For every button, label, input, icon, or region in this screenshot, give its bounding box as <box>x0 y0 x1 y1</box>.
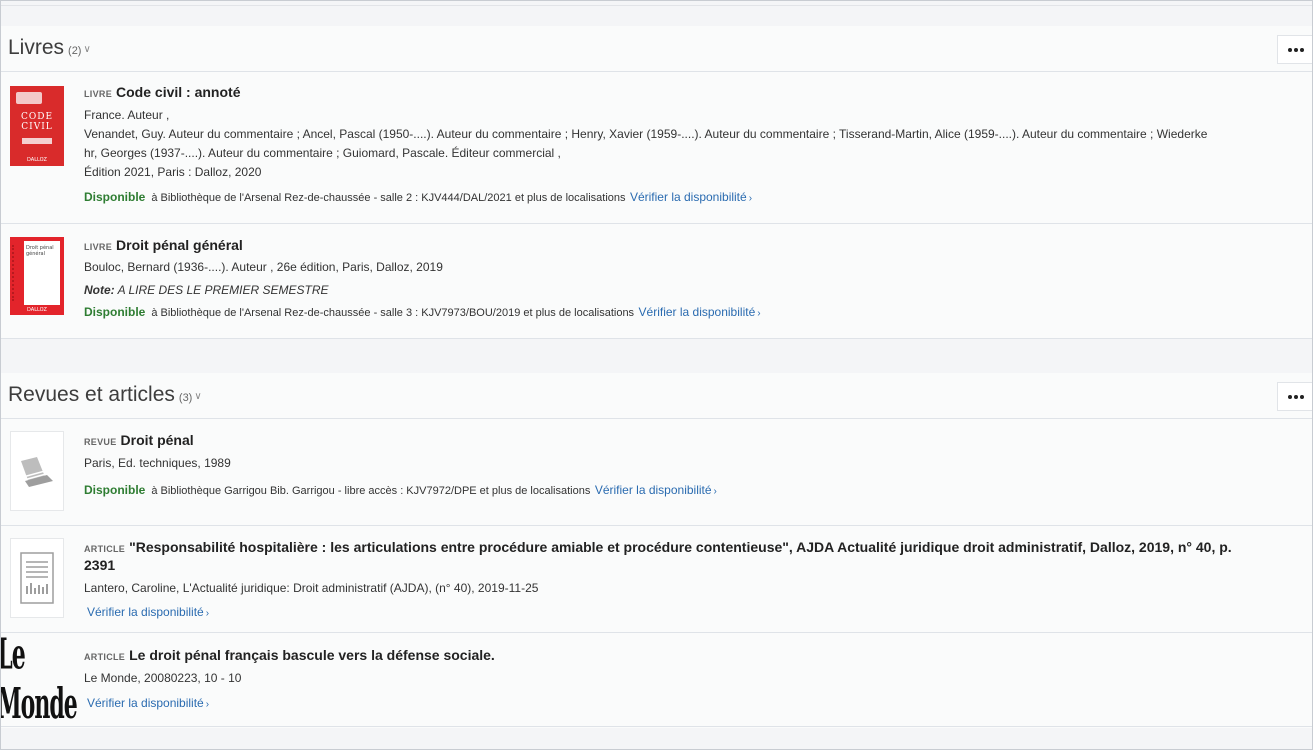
cover-publisher: DALLOZ <box>27 307 47 313</box>
item-type: LIVRE <box>84 89 113 99</box>
section-title-label: Livres <box>8 36 65 59</box>
section-title-label: Revues et articles <box>8 383 175 406</box>
section-livres: Livres (2) ∨ CODE CIVIL DALLOZ LIVRE Code c… <box>0 26 1313 339</box>
more-options-icon <box>1287 394 1292 399</box>
item-contributors: Venandet, Guy. Auteur du commentaire ; A… <box>84 127 1208 141</box>
item-publication: Le Monde, 20080223, 10 - 10 <box>84 671 242 685</box>
item-title[interactable]: Le droit pénal français bascule vers la … <box>129 647 495 663</box>
section-count: (3) <box>178 392 193 404</box>
item-location: à Bibliothèque de l'Arsenal Rez-de-chaus… <box>151 307 635 319</box>
cover-title: Droit pénal général <box>26 245 54 257</box>
book-cover[interactable]: Droit pénal général DALLOZ <box>10 237 64 315</box>
list-item[interactable]: CODE CIVIL DALLOZ LIVRE Code civil : anno… <box>0 72 1313 224</box>
section-header: Revues et articles (3) ∨ <box>0 373 1313 419</box>
item-contributors-cont: hr, Georges (1937-....). Auteur du comme… <box>84 146 561 160</box>
item-author: Bouloc, Bernard (1936-....). Auteur , 26… <box>84 260 443 274</box>
chevron-down-icon[interactable]: ∨ <box>194 391 201 402</box>
section-title[interactable]: Livres (2) ∨ <box>8 36 91 60</box>
item-note: Note: A LIRE DES LE PREMIER SEMESTRE <box>84 283 329 297</box>
item-type: REVUE <box>84 437 117 447</box>
check-availability-link[interactable]: Vérifier la disponibilité › <box>87 696 209 710</box>
section-header: Livres (2) ∨ <box>0 26 1313 72</box>
chevron-right-icon: › <box>713 486 717 497</box>
article-icon <box>20 552 54 604</box>
chevron-right-icon: › <box>757 308 761 319</box>
item-title[interactable]: Code civil : annoté <box>116 84 240 100</box>
item-content: REVUE Droit pénal Paris, Ed. techniques, … <box>84 432 1253 499</box>
journal-icon <box>21 457 53 487</box>
item-title[interactable]: "Responsabilité hospitalière : les artic… <box>84 539 1232 573</box>
check-availability-link[interactable]: Vérifier la disponibilité › <box>639 305 761 319</box>
le-monde-logo[interactable]: Le Monde <box>0 631 78 730</box>
article-thumbnail[interactable] <box>10 538 64 618</box>
availability-status: Disponible <box>84 483 146 497</box>
section-count: (2) <box>68 45 82 57</box>
item-content: ARTICLE Le droit pénal français bascule v… <box>84 647 1253 712</box>
availability-status: Disponible <box>84 190 146 204</box>
section-revues-articles: Revues et articles (3) ∨ REVUE Droit pénal … <box>0 373 1313 730</box>
list-item[interactable]: Droit pénal général DALLOZ LIVRE Droit pé… <box>0 224 1313 339</box>
more-options-icon <box>1287 47 1292 52</box>
item-content: LIVRE Code civil : annoté France. Auteur … <box>84 84 1253 206</box>
item-location: à Bibliothèque de l'Arsenal Rez-de-chaus… <box>151 192 626 204</box>
item-publication: Lantero, Caroline, L'Actualité juridique… <box>84 581 539 595</box>
item-title[interactable]: Droit pénal <box>121 432 194 448</box>
cover-title: CODE CIVIL <box>20 112 54 132</box>
chevron-right-icon: › <box>205 699 210 710</box>
more-options-button[interactable] <box>1277 35 1313 64</box>
section-title[interactable]: Revues et articles (3) ∨ <box>8 383 202 407</box>
chevron-down-icon[interactable]: ∨ <box>83 44 90 55</box>
availability-status: Disponible <box>84 305 146 319</box>
item-type: ARTICLE <box>84 652 126 662</box>
book-cover[interactable]: CODE CIVIL DALLOZ <box>10 86 64 166</box>
list-item[interactable]: ARTICLE "Responsabilité hospitalière : le… <box>0 526 1313 633</box>
top-divider <box>0 0 1313 6</box>
item-author: France. Auteur , <box>84 108 170 122</box>
list-item[interactable]: REVUE Droit pénal Paris, Ed. techniques, … <box>0 419 1313 526</box>
item-edition: Édition 2021, Paris : Dalloz, 2020 <box>84 165 262 179</box>
check-availability-link[interactable]: Vérifier la disponibilité › <box>87 605 209 619</box>
item-type: LIVRE <box>84 242 113 252</box>
check-availability-link[interactable]: Vérifier la disponibilité › <box>630 190 752 204</box>
journal-thumbnail[interactable] <box>10 431 64 511</box>
list-item[interactable]: Le Monde ARTICLE Le droit pénal français … <box>0 631 1313 730</box>
chevron-right-icon: › <box>748 193 753 204</box>
item-content: ARTICLE "Responsabilité hospitalière : le… <box>84 539 1253 621</box>
more-options-button[interactable] <box>1277 382 1313 411</box>
item-location: à Bibliothèque Garrigou Bib. Garrigou - … <box>151 485 591 497</box>
chevron-right-icon: › <box>205 608 210 619</box>
item-content: LIVRE Droit pénal général Bouloc, Bernard… <box>84 237 1253 321</box>
item-type: ARTICLE <box>84 544 126 554</box>
check-availability-link[interactable]: Vérifier la disponibilité › <box>595 483 717 497</box>
cover-publisher: DALLOZ <box>27 157 47 163</box>
item-publication: Paris, Ed. techniques, 1989 <box>84 456 231 470</box>
item-title[interactable]: Droit pénal général <box>116 237 243 253</box>
